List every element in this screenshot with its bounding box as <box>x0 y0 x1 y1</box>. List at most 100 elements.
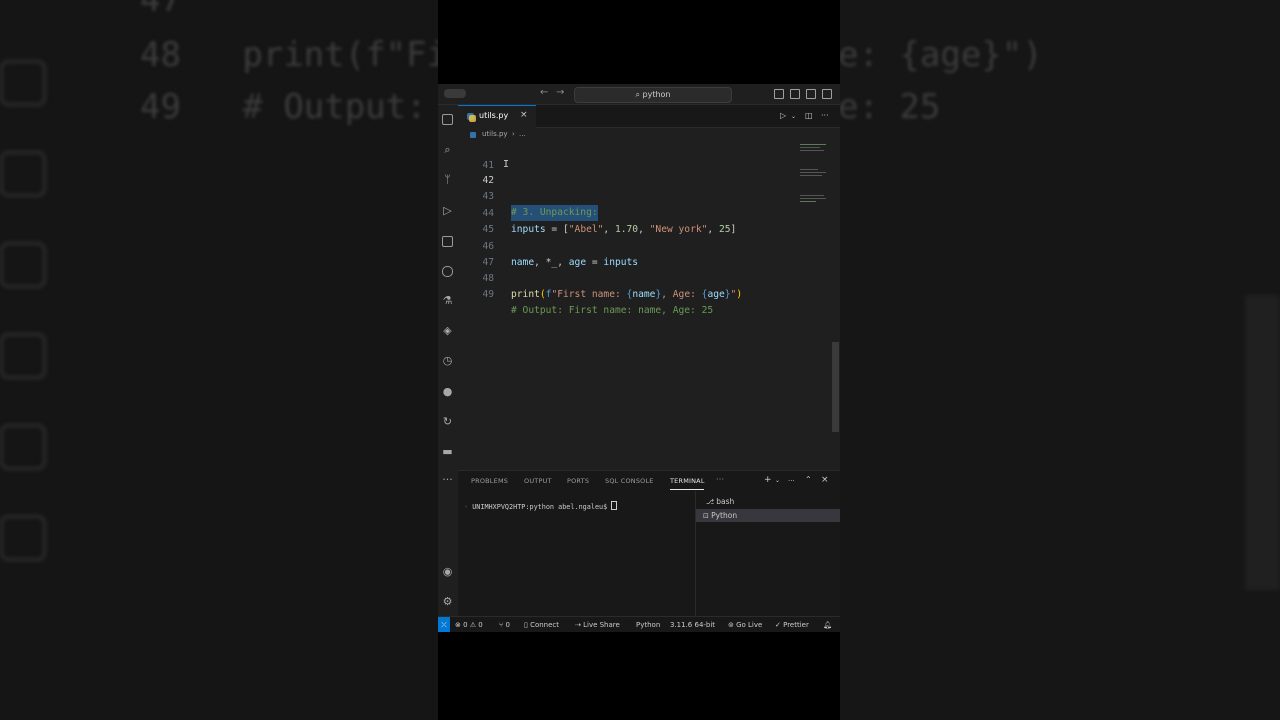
tab-terminal[interactable]: TERMINAL <box>670 477 705 485</box>
command-center[interactable]: ⌕ python <box>574 87 732 103</box>
terminal-dot-icon: ◦ <box>464 503 473 511</box>
language-status[interactable]: Python <box>636 621 660 629</box>
active-tab-indicator <box>670 489 704 490</box>
prettier-status[interactable]: ✓ Prettier <box>775 621 809 629</box>
breadcrumb-file[interactable]: utils.py <box>482 130 508 138</box>
code-line: 45 <box>458 206 798 235</box>
code-line: 42 I # 3. Unpacking: <box>458 157 798 221</box>
terminal-list: ⎇ bash ⊡ Python <box>695 491 840 617</box>
code-text: print(f"First name: {name}, Age: {age}") <box>511 289 743 300</box>
testing-icon[interactable]: ⚗ <box>441 294 454 307</box>
breadcrumb-more[interactable]: ... <box>519 130 526 138</box>
terminal-item-label: Python <box>711 511 738 520</box>
maximize-panel-icon[interactable]: ⌃ <box>805 475 812 484</box>
go-live-status[interactable]: ⊚ Go Live <box>728 621 762 629</box>
back-arrow-icon[interactable]: ← <box>540 87 548 98</box>
accounts-icon[interactable]: ◉ <box>441 565 454 578</box>
terminal-item-python[interactable]: ⊡ Python <box>696 509 840 522</box>
code-line: 49 # Output: First name: name, Age: 25 <box>458 271 798 316</box>
window-controls[interactable] <box>444 89 466 98</box>
close-icon[interactable]: × <box>520 110 528 120</box>
search-icon[interactable]: ⌕ <box>441 143 454 156</box>
code-editor[interactable]: 41 42 I # 3. Unpacking: 43 44 inputs = [… <box>458 142 820 468</box>
text-cursor-icon: I <box>503 159 510 170</box>
live-share-icon[interactable]: ↻ <box>441 415 454 428</box>
live-share-status[interactable]: ⇢ Live Share <box>575 621 620 629</box>
terminal-item-bash[interactable]: ⎇ bash <box>696 495 840 508</box>
vscode-window: ← → ⌕ python ⌕ ᛘ ▷ ⚗ ◈ ◷ ● ↻ ▬ ··· ◉ ⚙ u… <box>438 84 840 632</box>
explorer-icon[interactable] <box>442 114 453 125</box>
tab-sql-console[interactable]: SQL CONSOLE <box>605 477 654 485</box>
code-line: 44 inputs = ["Abel", 1.70, "New york", 2… <box>458 190 798 235</box>
toggle-secondary-sidebar-icon[interactable] <box>806 89 816 99</box>
bottom-panel: PROBLEMS OUTPUT PORTS SQL CONSOLE TERMIN… <box>458 470 840 617</box>
connect-status[interactable]: ▯ Connect <box>524 621 559 629</box>
bg-line-48: 48 print(f"Fi <box>140 35 438 75</box>
remote-indicator-icon[interactable]: ⤫ <box>438 617 450 632</box>
settings-gear-icon[interactable]: ⚙ <box>441 595 454 608</box>
code-line: 41 <box>458 142 798 171</box>
code-line: 48 print(f"First name: {name}, Age: {age… <box>458 255 798 300</box>
background-blur-left: 47 48 print(f"Fi 49 # Output: <box>0 0 438 720</box>
tab-output[interactable]: OUTPUT <box>524 477 552 485</box>
tab-label: utils.py <box>479 111 509 120</box>
python-icon[interactable]: ◈ <box>441 324 454 337</box>
docker-icon[interactable]: ▬ <box>441 445 454 458</box>
terminal-cursor <box>611 501 618 510</box>
close-panel-icon[interactable]: × <box>821 475 829 485</box>
activity-bar: ⌕ ᛘ ▷ ⚗ ◈ ◷ ● ↻ ▬ ··· ◉ ⚙ <box>438 105 458 625</box>
bg-right-line-48: e: {age}") <box>840 35 1043 75</box>
terminal-icon: ⊡ <box>703 512 712 520</box>
bg-scroll-strip <box>1245 295 1280 590</box>
breadcrumb: utils.py › ... <box>458 128 840 142</box>
github-icon[interactable]: ● <box>441 385 454 398</box>
warning-count: 0 <box>478 621 483 629</box>
code-comment: # Output: First name: name, Age: 25 <box>511 305 714 316</box>
bg-icons <box>0 40 60 606</box>
notifications-bell-icon[interactable]: 🔔︎ <box>823 621 832 629</box>
background-blur-right: e: {age}") e: 25 <box>840 0 1280 720</box>
error-count: 0 <box>463 621 468 629</box>
split-editor-icon[interactable]: ◫ <box>805 111 813 120</box>
source-control-icon[interactable]: ᛘ <box>441 173 454 186</box>
chevron-down-icon[interactable]: ⌄ <box>775 477 780 484</box>
python-file-icon <box>470 132 476 138</box>
connect-label: Connect <box>530 621 560 629</box>
editor-scrollbar[interactable] <box>832 342 839 432</box>
bg-line-49: 49 # Output: <box>140 87 427 127</box>
problems-status[interactable]: ⊗ 0 ⚠ 0 <box>455 621 483 629</box>
remote-explorer-icon[interactable] <box>442 266 453 277</box>
panel-more-icon[interactable]: ··· <box>716 475 724 484</box>
go-live-label: Go Live <box>736 621 763 629</box>
extensions-icon[interactable] <box>442 236 453 247</box>
tab-ports[interactable]: PORTS <box>567 477 589 485</box>
new-terminal-icon[interactable]: + <box>764 475 772 485</box>
toggle-sidebar-icon[interactable] <box>774 89 784 99</box>
code-line: 46 name, *_, age = inputs <box>458 223 798 268</box>
terminal-output[interactable]: ◦ UNIMHXPVQ2HTP:python abel.ngaleu$ <box>464 501 618 511</box>
toggle-panel-icon[interactable] <box>790 89 800 99</box>
tab-problems[interactable]: PROBLEMS <box>471 477 508 485</box>
more-actions-icon[interactable]: ··· <box>821 111 829 120</box>
forward-arrow-icon[interactable]: → <box>556 87 564 98</box>
terminal-more-icon[interactable]: ··· <box>788 477 795 485</box>
code-line: 43 <box>458 173 798 202</box>
status-bar: ⤫ ⊗ 0 ⚠ 0 ⑂ 0 ▯ Connect ⇢ Live Share Pyt… <box>438 616 840 632</box>
breadcrumb-separator: › <box>512 130 515 138</box>
title-bar: ← → ⌕ python <box>438 84 840 105</box>
customize-layout-icon[interactable] <box>822 89 832 99</box>
tab-utils-py[interactable]: utils.py × <box>458 105 536 128</box>
run-file-icon[interactable]: ▷ <box>780 111 786 120</box>
minimap[interactable] <box>800 142 840 212</box>
bg-right-line-49: e: 25 <box>840 87 941 127</box>
interpreter-version[interactable]: 3.11.6 64-bit <box>670 621 715 629</box>
terminal-item-label: bash <box>716 497 735 506</box>
terminal-prompt: UNIMHXPVQ2HTP:python abel.ngaleu$ <box>472 503 612 511</box>
timeline-icon[interactable]: ◷ <box>441 354 454 367</box>
run-debug-icon[interactable]: ▷ <box>441 204 454 217</box>
live-share-label: Live Share <box>583 621 620 629</box>
ports-status[interactable]: ⑂ 0 <box>499 621 510 629</box>
chevron-down-icon[interactable]: ⌄ <box>791 113 796 120</box>
more-views-icon[interactable]: ··· <box>441 473 454 486</box>
command-center-label: python <box>642 90 671 99</box>
